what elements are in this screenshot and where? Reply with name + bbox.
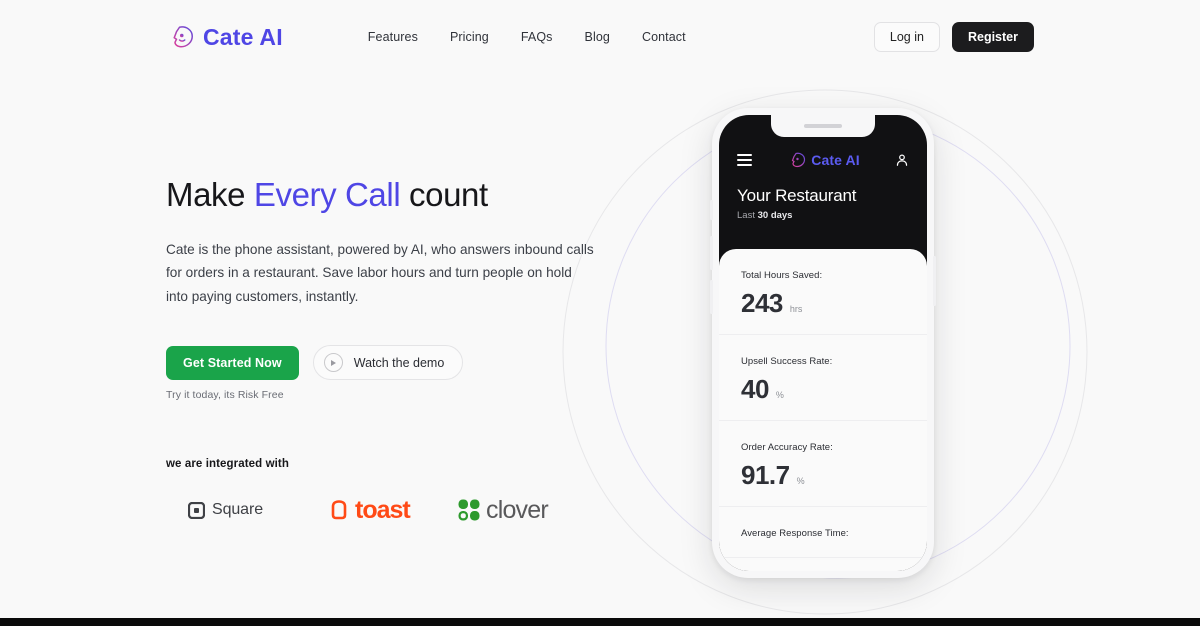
- page-title: Make Every Call count: [166, 176, 606, 215]
- stat-card: Upsell Success Rate: 40 %: [719, 335, 927, 421]
- landing-page: Cate AI Features Pricing FAQs Blog Conta…: [0, 0, 1200, 626]
- stat-unit: %: [775, 390, 784, 400]
- nav-link-features[interactable]: Features: [368, 30, 418, 44]
- risk-free-note: Try it today, its Risk Free: [166, 389, 284, 402]
- get-started-button[interactable]: Get Started Now: [166, 345, 299, 380]
- hamburger-menu-icon[interactable]: [737, 154, 752, 166]
- phone-speaker: [804, 124, 842, 128]
- restaurant-title: Your Restaurant: [737, 186, 857, 205]
- nav-link-faqs[interactable]: FAQs: [521, 30, 553, 44]
- stat-label: Average Response Time:: [741, 528, 849, 539]
- stat-value-row: 40 %: [741, 376, 905, 402]
- nav-link-contact[interactable]: Contact: [642, 30, 686, 44]
- partner-logo-clover: clover: [456, 495, 549, 524]
- stat-value: 91.7: [741, 460, 790, 490]
- partner-name-toast: toast: [355, 495, 411, 524]
- phone-volume-down-button: [710, 280, 713, 314]
- hero-cta-row: Get Started Now Watch the demo: [166, 345, 606, 381]
- stat-label: Upsell Success Rate:: [741, 356, 833, 367]
- hero-description: Cate is the phone assistant, powered by …: [166, 241, 594, 304]
- watch-demo-label: Watch the demo: [353, 355, 445, 370]
- phone-mute-button: [710, 200, 713, 220]
- headline-accent: Every Call: [253, 176, 401, 213]
- partner-name-square: Square: [212, 501, 263, 518]
- stat-card: Total Hours Saved: 243 hrs: [719, 249, 927, 335]
- period-label: Last 30 days: [737, 210, 909, 221]
- stat-value: 243: [741, 288, 783, 318]
- stats-list: Total Hours Saved: 243 hrs Upsell Succes…: [719, 249, 927, 571]
- partner-logo-row: Square toast clover: [166, 495, 549, 524]
- phone-mockup: Cate AI Your Restaurant Last 30 days Tot…: [710, 108, 936, 578]
- header-actions: Log in Register: [873, 22, 1034, 52]
- headline-post: count: [400, 176, 488, 213]
- hero-section: Make Every Call count Cate is the phone …: [166, 176, 606, 401]
- stat-value: 40: [741, 374, 769, 404]
- phone-power-button: [933, 256, 936, 306]
- bottom-bar: [0, 618, 1200, 626]
- toast-bread-icon: [331, 500, 347, 520]
- partner-logo-square: Square: [166, 501, 326, 519]
- clover-leaf-icon: [458, 499, 480, 521]
- stat-value-row: 243 hrs: [741, 290, 905, 316]
- nav-link-blog[interactable]: Blog: [585, 30, 610, 44]
- app-brand-logo: Cate AI: [787, 151, 860, 169]
- square-icon: [188, 501, 205, 519]
- headline-pre: Make: [166, 176, 254, 213]
- phone-screen: Cate AI Your Restaurant Last 30 days Tot…: [719, 115, 927, 571]
- cate-head-icon: [787, 152, 806, 168]
- main-nav: Features Pricing FAQs Blog Contact: [368, 30, 686, 44]
- login-button[interactable]: Log in: [873, 22, 940, 52]
- period-prefix: Last: [737, 210, 758, 221]
- app-top-bar: Cate AI: [737, 151, 909, 169]
- person-icon[interactable]: [895, 153, 909, 167]
- stat-unit: hrs: [789, 304, 803, 314]
- watch-demo-button[interactable]: Watch the demo: [312, 345, 464, 381]
- partner-name-clover: clover: [486, 495, 549, 524]
- stat-card: Average Response Time:: [719, 507, 927, 558]
- integrations-title: we are integrated with: [166, 458, 289, 470]
- integrations-section: we are integrated with Square toast clov…: [166, 458, 549, 524]
- nav-link-pricing[interactable]: Pricing: [450, 30, 489, 44]
- cate-head-icon: [166, 26, 194, 48]
- app-brand-name: Cate AI: [811, 152, 860, 168]
- phone-volume-up-button: [710, 236, 713, 270]
- site-header: Cate AI Features Pricing FAQs Blog Conta…: [0, 0, 1200, 74]
- stat-label: Total Hours Saved:: [741, 270, 823, 281]
- register-button[interactable]: Register: [951, 22, 1034, 52]
- brand-name: Cate AI: [203, 23, 283, 50]
- play-icon: [323, 353, 343, 373]
- period-value: 30 days: [757, 210, 793, 221]
- stat-label: Order Accuracy Rate:: [741, 442, 833, 453]
- stat-card: Order Accuracy Rate: 91.7 %: [719, 421, 927, 507]
- partner-logo-toast: toast: [326, 497, 456, 523]
- stat-value-row: 91.7 %: [741, 462, 905, 488]
- stat-unit: %: [796, 476, 805, 486]
- phone-notch: [771, 115, 875, 137]
- brand-logo[interactable]: Cate AI: [166, 24, 283, 50]
